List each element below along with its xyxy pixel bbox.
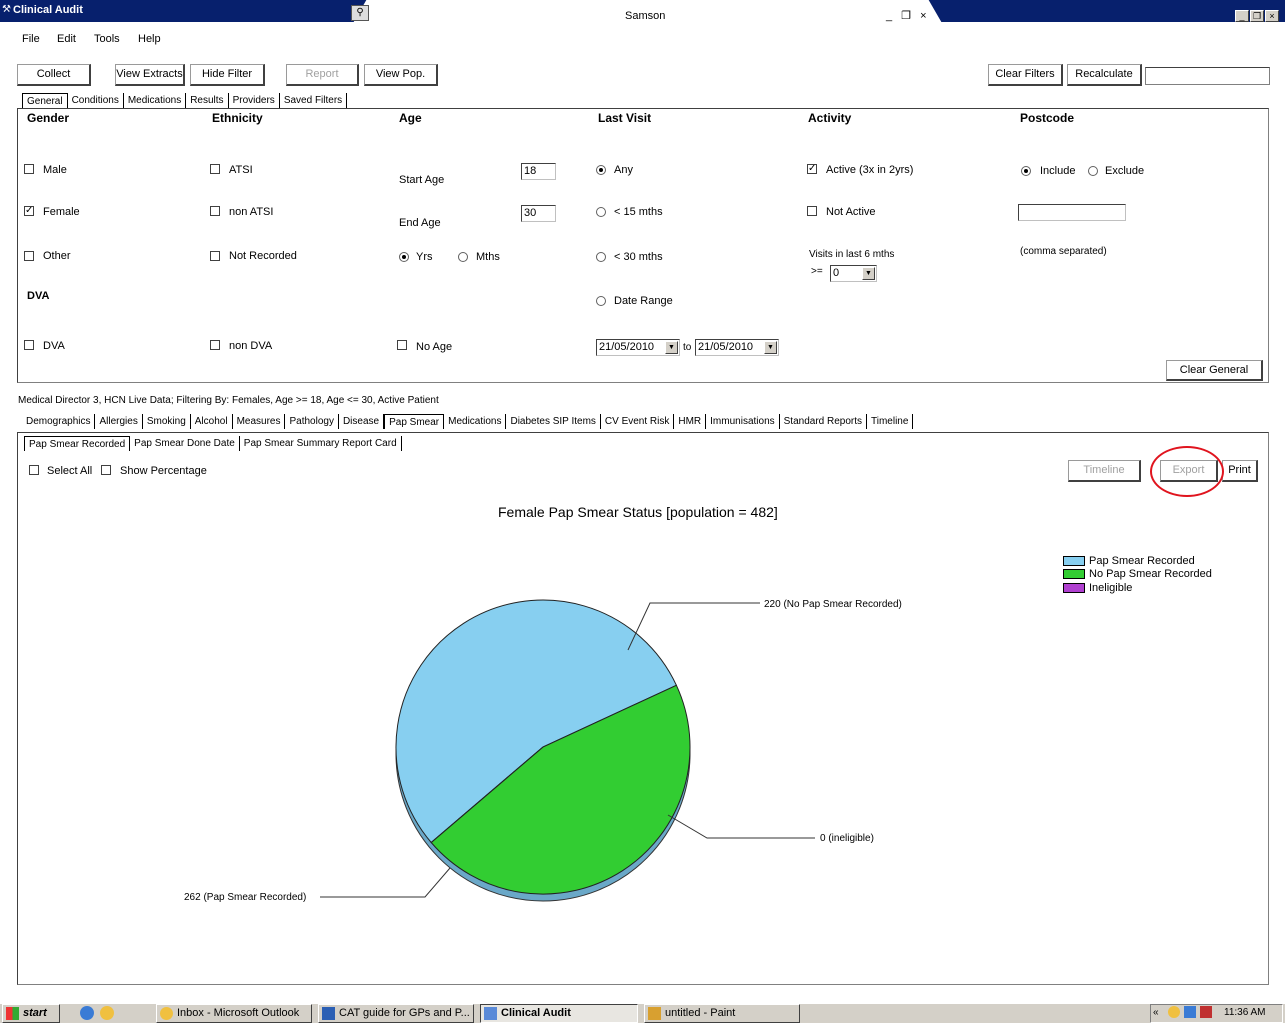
leader-line-2 <box>320 867 451 898</box>
callout-ineligible: 0 (ineligible) <box>820 833 874 844</box>
task-outlook-label: Inbox - Microsoft Outlook <box>177 1007 300 1019</box>
leader-line-0 <box>627 602 760 651</box>
word-icon <box>322 1007 335 1020</box>
callout-no-recorded: 220 (No Pap Smear Recorded) <box>764 599 902 610</box>
task-clinical-audit[interactable]: Clinical Audit <box>480 1004 638 1023</box>
legend-swatch-recorded <box>1063 556 1085 566</box>
outlook-icon <box>160 1007 173 1020</box>
legend-swatch-ineligible <box>1063 583 1085 593</box>
windows-logo-icon <box>6 1007 19 1020</box>
tray-network-icon[interactable] <box>1184 1006 1196 1018</box>
pie-group <box>320 599 815 902</box>
legend-label-no-recorded: No Pap Smear Recorded <box>1089 568 1212 580</box>
clock: 11:36 AM <box>1224 1007 1266 1018</box>
paint-icon <box>648 1007 661 1020</box>
tray-expand-icon[interactable]: « <box>1153 1007 1159 1018</box>
legend-label-ineligible: Ineligible <box>1089 582 1133 594</box>
ie-icon[interactable] <box>80 1006 94 1020</box>
task-clinical-audit-label: Clinical Audit <box>501 1007 571 1019</box>
start-button[interactable]: start <box>2 1004 60 1023</box>
outlook-quicklaunch-icon[interactable] <box>100 1006 114 1020</box>
leader-line-1 <box>667 814 815 839</box>
legend-label-recorded: Pap Smear Recorded <box>1089 555 1195 567</box>
task-word-label: CAT guide for GPs and P... <box>339 1007 470 1019</box>
start-label: start <box>23 1007 47 1019</box>
pie-chart <box>320 599 815 902</box>
task-word[interactable]: CAT guide for GPs and P... <box>318 1004 474 1023</box>
legend-swatch-no-recorded <box>1063 569 1085 579</box>
clinical-audit-icon <box>484 1007 497 1020</box>
task-paint[interactable]: untitled - Paint <box>644 1004 800 1023</box>
callout-recorded: 262 (Pap Smear Recorded) <box>184 892 307 903</box>
task-paint-label: untitled - Paint <box>665 1007 736 1019</box>
task-outlook[interactable]: Inbox - Microsoft Outlook <box>156 1004 312 1023</box>
tray-security-icon[interactable] <box>1200 1006 1212 1018</box>
tray-app-icon[interactable] <box>1168 1006 1180 1018</box>
